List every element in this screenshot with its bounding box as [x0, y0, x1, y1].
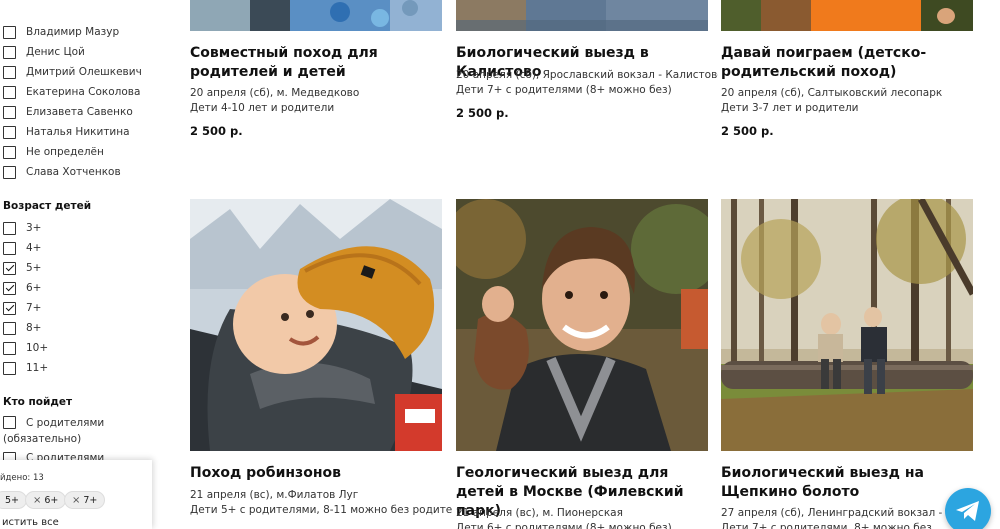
- filter-instructor-item[interactable]: Екатерина Соколова: [3, 84, 140, 100]
- card-price: 2 500 р.: [456, 106, 509, 120]
- card-title[interactable]: Давай поиграем (детско-родительский похо…: [721, 44, 979, 82]
- filter-label: Наталья Никитина: [26, 126, 130, 138]
- card-image[interactable]: [190, 0, 442, 31]
- checkbox-icon[interactable]: [3, 125, 16, 139]
- filter-label: С родителями: [26, 416, 105, 429]
- filter-label: Елизавета Савенко: [26, 106, 133, 118]
- filter-age-item[interactable]: 3+: [3, 220, 41, 236]
- filter-label: Екатерина Соколова: [26, 86, 141, 98]
- filter-age-item[interactable]: 11+: [3, 360, 48, 376]
- card-audience: Дети 5+ с родителями, 8-11 можно без род…: [190, 504, 452, 516]
- card-image[interactable]: [721, 0, 973, 31]
- filter-instructor-item[interactable]: Наталья Никитина: [3, 124, 130, 140]
- card-title[interactable]: Совместный поход для родителей и детей: [190, 44, 448, 82]
- filter-instructor-item[interactable]: Владимир Мазур: [3, 24, 119, 40]
- checkbox-icon[interactable]: [3, 361, 16, 375]
- filter-label: 4+: [26, 242, 42, 254]
- who-filter-title: Кто пойдет: [3, 396, 73, 408]
- filter-instructor-item[interactable]: Слава Хотченков: [3, 164, 121, 180]
- card-image[interactable]: [456, 0, 708, 31]
- checkbox-checked-icon[interactable]: [3, 261, 16, 275]
- person-photo: [456, 0, 708, 31]
- forest-kids-photo: [721, 199, 973, 451]
- checkbox-icon[interactable]: [3, 341, 16, 355]
- filter-label: 3+: [26, 222, 42, 234]
- active-filter-tag[interactable]: 5+: [0, 491, 28, 509]
- results-count: йдено: 13: [0, 473, 44, 483]
- boy-in-snow-photo: [190, 199, 442, 451]
- filter-who-item[interactable]: С родителями (обязательно): [3, 416, 163, 445]
- filter-age-item[interactable]: 6+: [3, 280, 41, 296]
- checkbox-icon[interactable]: [3, 416, 16, 429]
- tag-label: 6+: [44, 494, 59, 506]
- checkbox-icon[interactable]: [3, 25, 16, 39]
- card-title[interactable]: Поход робинзонов: [190, 464, 448, 483]
- tag-label: 7+: [83, 494, 98, 506]
- remove-tag-icon[interactable]: ×: [33, 495, 41, 506]
- filter-label: Не определён: [26, 146, 104, 158]
- checkbox-icon[interactable]: [3, 105, 16, 119]
- checkbox-icon[interactable]: [3, 241, 16, 255]
- card-audience: Дети 7+ с родителями, 8+ можно без: [721, 522, 932, 529]
- card-audience: Дети 7+ с родителями (8+ можно без): [456, 84, 672, 96]
- telegram-icon: [956, 501, 979, 521]
- card-image[interactable]: [721, 199, 973, 451]
- filter-instructor-item[interactable]: Не определён: [3, 144, 104, 160]
- child-photo: [721, 0, 973, 31]
- filter-age-item[interactable]: 10+: [3, 340, 48, 356]
- filter-instructor-item[interactable]: Дмитрий Олешкевич: [3, 64, 142, 80]
- checkbox-icon[interactable]: [3, 321, 16, 335]
- clear-all-link[interactable]: истить все: [2, 517, 59, 528]
- filter-label: 10+: [26, 342, 49, 354]
- filter-instructor-item[interactable]: Денис Цой: [3, 44, 85, 60]
- filter-age-item[interactable]: 8+: [3, 320, 41, 336]
- remove-tag-icon[interactable]: ×: [72, 495, 80, 506]
- filter-label: 5+: [26, 262, 42, 274]
- filter-label: 7+: [26, 302, 42, 314]
- filter-label: Дмитрий Олешкевич: [26, 66, 142, 78]
- filter-sidebar: Владимир Мазур Денис Цой Дмитрий Олешкев…: [0, 0, 170, 529]
- tag-label: 5+: [5, 494, 20, 506]
- card-audience: Дети 3-7 лет и родители: [721, 102, 859, 114]
- boy-with-rock-photo: [456, 199, 708, 451]
- active-filter-tag[interactable]: × 7+: [64, 491, 106, 509]
- filter-label: Слава Хотченков: [26, 166, 121, 178]
- telegram-button[interactable]: [945, 488, 991, 529]
- hikers-photo: [190, 0, 442, 31]
- card-price: 2 500 р.: [721, 124, 774, 138]
- checkbox-icon[interactable]: [3, 165, 16, 179]
- filter-age-item[interactable]: 5+: [3, 260, 41, 276]
- checkbox-icon[interactable]: [3, 145, 16, 159]
- filter-label: 11+: [26, 362, 49, 374]
- filter-label: 8+: [26, 322, 42, 334]
- checkbox-checked-icon[interactable]: [3, 281, 16, 295]
- filter-age-item[interactable]: 7+: [3, 300, 41, 316]
- card-title[interactable]: Биологический выезд на Щепкино болото: [721, 464, 979, 502]
- filter-label-continued: (обязательно): [3, 433, 82, 445]
- filter-label: Денис Цой: [26, 46, 85, 58]
- checkbox-icon[interactable]: [3, 65, 16, 79]
- card-price: 2 500 р.: [190, 124, 243, 138]
- checkbox-icon[interactable]: [3, 85, 16, 99]
- card-audience: Дети 6+ с родителями (8+ можно без): [456, 522, 672, 529]
- checkbox-icon[interactable]: [3, 45, 16, 59]
- filter-age-item[interactable]: 4+: [3, 240, 41, 256]
- age-filter-title: Возраст детей: [3, 200, 92, 212]
- card-audience: Дети 4-10 лет и родители: [190, 102, 335, 114]
- filter-summary-panel: йдено: 13 5+ × 6+ × 7+ истить все: [0, 460, 152, 529]
- filter-instructor-item[interactable]: Елизавета Савенко: [3, 104, 133, 120]
- active-filter-tag[interactable]: × 6+: [25, 491, 67, 509]
- checkbox-checked-icon[interactable]: [3, 301, 16, 315]
- filter-label: 6+: [26, 282, 42, 294]
- card-image[interactable]: [190, 199, 442, 451]
- filter-label: Владимир Мазур: [26, 26, 120, 38]
- card-image[interactable]: [456, 199, 708, 451]
- checkbox-icon[interactable]: [3, 221, 16, 235]
